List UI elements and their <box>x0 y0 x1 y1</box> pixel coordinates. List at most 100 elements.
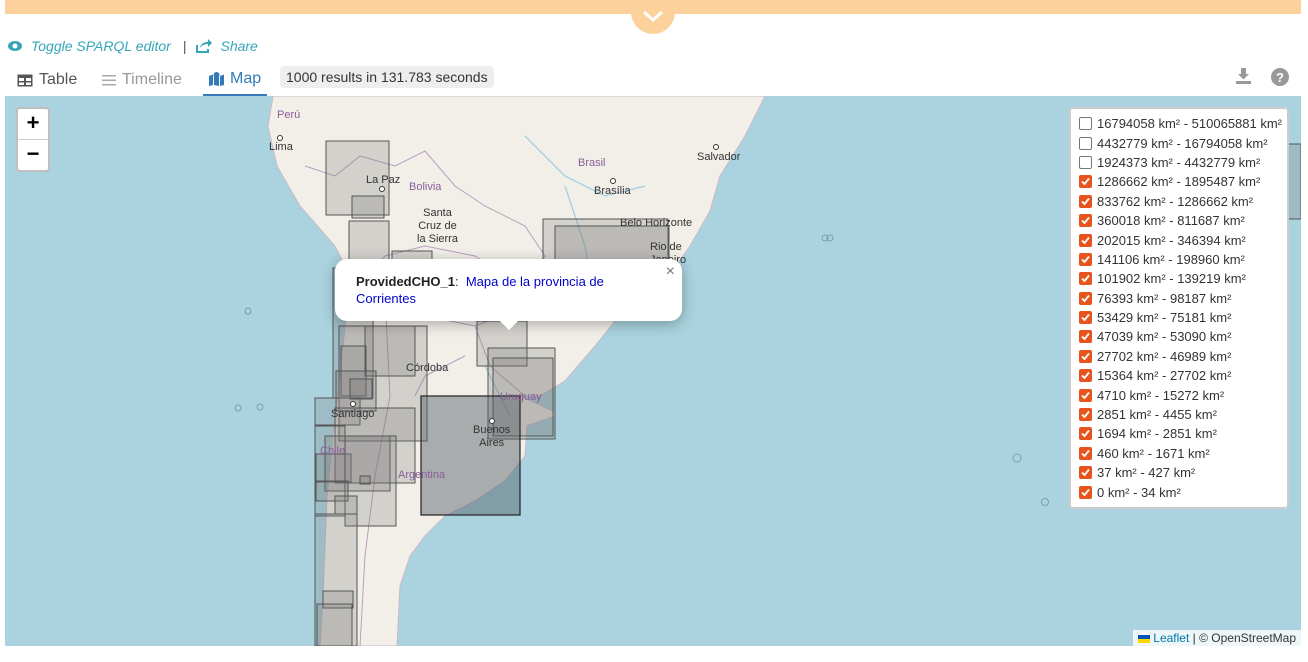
legend-item[interactable]: 1924373 km² - 4432779 km² <box>1075 153 1287 172</box>
zoom-in-button[interactable]: + <box>18 109 48 139</box>
checkbox-checked[interactable] <box>1079 369 1092 383</box>
map-popup: × ProvidedCHO_1: Mapa de la provincia de… <box>335 259 682 330</box>
check-icon <box>1081 255 1090 264</box>
legend-item[interactable]: 0 km² - 34 km² <box>1075 482 1287 501</box>
chevron-down-icon <box>643 10 663 22</box>
legend-item[interactable]: 53429 km² - 75181 km² <box>1075 308 1287 327</box>
popup-close-button[interactable]: × <box>666 263 675 281</box>
legend-item[interactable]: 27702 km² - 46989 km² <box>1075 347 1287 366</box>
checkbox-checked[interactable] <box>1079 291 1092 305</box>
tab-map[interactable]: Map <box>203 64 268 96</box>
map-label-buenos-aires: Buenos Aires <box>473 424 510 450</box>
legend-item[interactable]: 15364 km² - 27702 km² <box>1075 366 1287 385</box>
legend-item[interactable]: 16794058 km² - 510065881 km² <box>1075 114 1287 133</box>
legend-item[interactable]: 37 km² - 427 km² <box>1075 463 1287 482</box>
map-label-santiago: Santiago <box>331 408 375 420</box>
legend-item[interactable]: 141106 km² - 198960 km² <box>1075 250 1287 269</box>
tab-table[interactable]: Table <box>17 64 77 96</box>
help-icon[interactable]: ? <box>1271 68 1289 91</box>
legend-item[interactable]: 47039 km² - 53090 km² <box>1075 327 1287 346</box>
legend-label: 460 km² - 1671 km² <box>1097 445 1210 461</box>
check-icon <box>1081 391 1090 399</box>
area-legend: 16794058 km² - 510065881 km² 4432779 km² … <box>1069 107 1289 509</box>
legend-item[interactable]: 460 km² - 1671 km² <box>1075 444 1287 463</box>
popup-label: ProvidedCHO_1 <box>356 274 455 289</box>
buenos-aires-line1: Buenos <box>473 424 511 436</box>
checkbox-checked[interactable] <box>1079 272 1092 286</box>
legend-label: 16794058 km² - 510065881 km² <box>1097 116 1283 132</box>
share-link[interactable]: Share <box>196 38 258 54</box>
check-icon <box>1081 410 1090 419</box>
map-label-cordoba: Córdoba <box>406 362 449 374</box>
legend-item[interactable]: 2851 km² - 4455 km² <box>1075 405 1287 424</box>
map-label-argentina: Argentina <box>398 469 446 481</box>
checkbox-checked[interactable] <box>1079 408 1092 422</box>
check-icon <box>1081 449 1090 458</box>
checkbox-checked[interactable] <box>1079 466 1092 480</box>
map-label-peru: Perú <box>277 109 301 121</box>
checkbox-unchecked[interactable] <box>1079 117 1092 131</box>
legend-label: 53429 km² - 75181 km² <box>1097 310 1232 326</box>
checkbox-checked[interactable] <box>1079 330 1092 344</box>
map-view[interactable]: Perú Lima La Paz Bolivia Santa Cruz de l… <box>5 96 1301 646</box>
checkbox-checked[interactable] <box>1079 175 1092 189</box>
legend-item[interactable]: 833762 km² - 1286662 km² <box>1075 192 1287 211</box>
checkbox-checked[interactable] <box>1079 485 1092 499</box>
checkbox-checked[interactable] <box>1079 233 1092 247</box>
check-icon <box>1081 178 1090 186</box>
checkbox-checked[interactable] <box>1079 311 1092 325</box>
check-icon <box>1081 314 1090 322</box>
legend-item[interactable]: 4432779 km² - 16794058 km² <box>1075 133 1287 152</box>
rio-line1: Rio de <box>650 241 682 253</box>
santa-cruz-line2: Cruz de <box>418 220 457 232</box>
legend-item[interactable]: 101902 km² - 139219 km² <box>1075 269 1287 288</box>
legend-label: 4432779 km² - 16794058 km² <box>1097 135 1268 151</box>
selected-rectangle <box>420 395 521 516</box>
checkbox-checked[interactable] <box>1079 349 1092 363</box>
toggle-editor-link[interactable]: Toggle SPARQL editor <box>7 38 171 54</box>
timeline-icon <box>102 74 116 86</box>
table-icon <box>17 74 33 87</box>
check-icon <box>1081 469 1090 477</box>
legend-item[interactable]: 4710 km² - 15272 km² <box>1075 385 1287 404</box>
popup-separator: : <box>454 274 459 289</box>
legend-item[interactable]: 1286662 km² - 1895487 km² <box>1075 172 1287 191</box>
download-icon[interactable] <box>1236 68 1251 89</box>
legend-label: 141106 km² - 198960 km² <box>1097 251 1245 267</box>
legend-label: 47039 km² - 53090 km² <box>1097 329 1232 345</box>
results-summary: 1000 results in 131.783 seconds <box>280 66 494 88</box>
check-icon <box>1081 217 1090 225</box>
link-separator: | <box>182 38 187 54</box>
checkbox-unchecked[interactable] <box>1079 155 1092 169</box>
checkbox-checked[interactable] <box>1079 252 1092 266</box>
tab-timeline[interactable]: Timeline <box>102 64 182 96</box>
check-icon <box>1081 488 1090 496</box>
map-label-la-paz: La Paz <box>366 174 401 186</box>
check-icon <box>1081 294 1090 303</box>
tab-timeline-label: Timeline <box>122 71 182 88</box>
legend-label: 27702 km² - 46989 km² <box>1097 348 1232 364</box>
checkbox-checked[interactable] <box>1079 427 1092 441</box>
zoom-out-button[interactable]: − <box>18 139 48 170</box>
legend-label: 1694 km² - 2851 km² <box>1097 426 1217 442</box>
checkbox-unchecked[interactable] <box>1079 136 1092 150</box>
map-label-salvador: Salvador <box>697 151 741 163</box>
map-icon <box>209 72 224 86</box>
checkbox-checked[interactable] <box>1079 446 1092 460</box>
legend-item[interactable]: 1694 km² - 2851 km² <box>1075 424 1287 443</box>
checkbox-checked[interactable] <box>1079 194 1092 208</box>
map-label-belo-horizonte: Belo Horizonte <box>620 217 693 229</box>
legend-label: 2851 km² - 4455 km² <box>1097 407 1217 423</box>
legend-label: 0 km² - 34 km² <box>1097 484 1181 500</box>
map-label-chile: Chile <box>320 445 346 457</box>
checkbox-checked[interactable] <box>1079 388 1092 402</box>
legend-item[interactable]: 360018 km² - 811687 km² <box>1075 211 1287 230</box>
legend-item[interactable]: 76393 km² - 98187 km² <box>1075 289 1287 308</box>
svg-text:?: ? <box>1276 70 1284 85</box>
map-attribution: Leaflet | © OpenStreetMap <box>1132 630 1301 646</box>
map-label-lima: Lima <box>269 141 293 153</box>
leaflet-link[interactable]: Leaflet <box>1153 631 1189 645</box>
collapse-button[interactable] <box>631 0 675 34</box>
checkbox-checked[interactable] <box>1079 214 1092 228</box>
legend-item[interactable]: 202015 km² - 346394 km² <box>1075 230 1287 249</box>
